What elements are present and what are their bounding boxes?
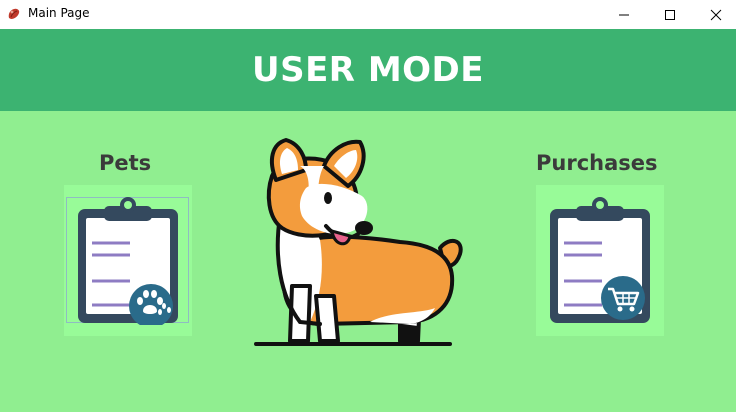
page-title: USER MODE <box>251 50 485 90</box>
purchases-button[interactable] <box>536 185 664 336</box>
minimize-icon <box>619 14 629 15</box>
window-titlebar: Main Page <box>0 0 736 29</box>
clipboard-cart-icon <box>550 197 650 323</box>
maximize-button[interactable] <box>647 0 693 29</box>
maximize-icon <box>665 9 675 20</box>
clipboard-paw-icon <box>78 197 178 325</box>
window-title: Main Page <box>28 6 90 20</box>
close-button[interactable] <box>693 0 736 29</box>
pets-button[interactable] <box>64 185 192 336</box>
corgi-illustration <box>254 138 463 346</box>
app-icon <box>6 6 22 22</box>
close-icon <box>710 9 722 20</box>
header-banner: USER MODE <box>0 29 736 111</box>
minimize-button[interactable] <box>601 0 647 29</box>
pets-label: Pets <box>99 151 152 175</box>
purchases-label: Purchases <box>536 151 658 175</box>
